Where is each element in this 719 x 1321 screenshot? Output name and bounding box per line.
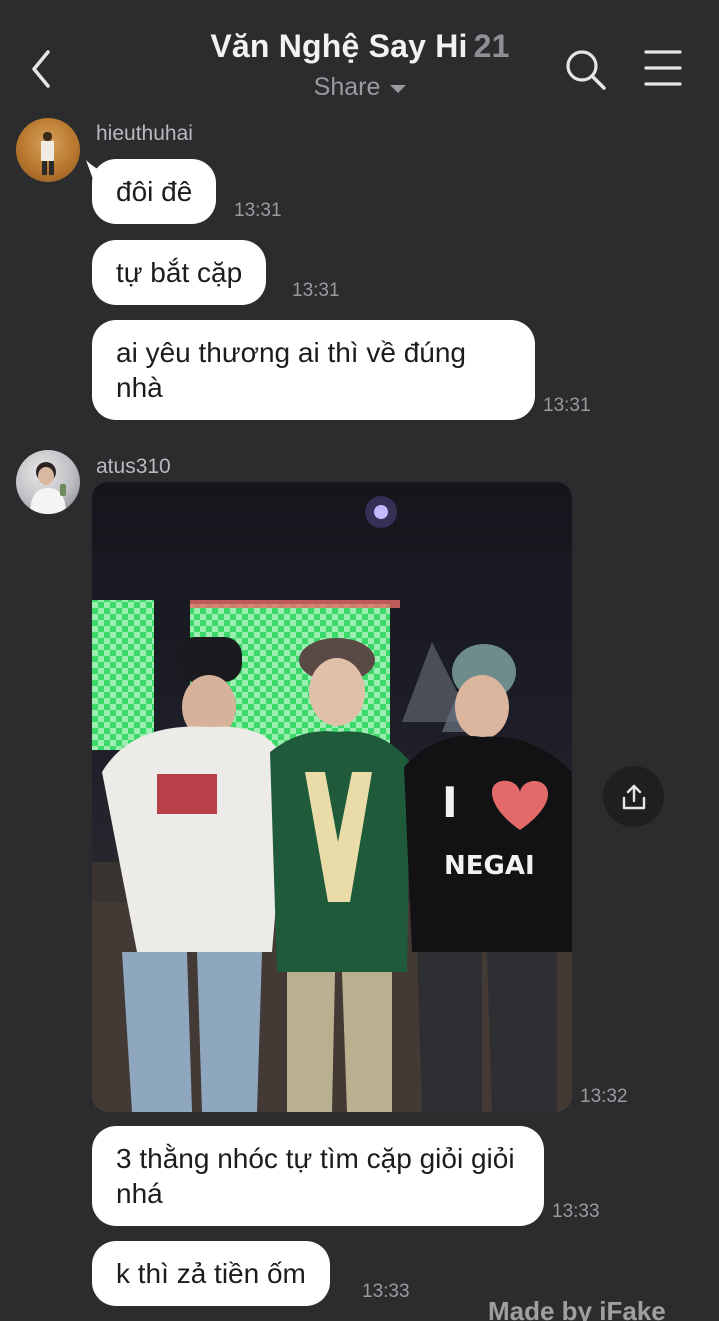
photo-message[interactable]: I NEGAI (92, 482, 572, 1112)
chat-header: Văn Nghệ Say Hi 21 Share (0, 0, 719, 118)
group-name: Văn Nghệ Say Hi (210, 28, 468, 64)
message-text: ai yêu thương ai thì về đúng nhà (116, 337, 466, 403)
avatar-person-icon (41, 132, 54, 175)
menu-button[interactable] (642, 48, 684, 90)
share-photo-button[interactable] (603, 766, 664, 827)
message-time: 13:31 (543, 395, 591, 416)
message-bubble[interactable]: k thì zả tiền ốm (92, 1241, 330, 1306)
search-icon (566, 50, 606, 90)
chevron-left-icon (32, 50, 50, 88)
message-text: k thì zả tiền ốm (116, 1258, 306, 1289)
shirt-text-negai: NEGAI (444, 851, 535, 881)
message-time: 13:33 (362, 1281, 410, 1302)
avatar-atus310[interactable] (16, 450, 80, 514)
title-block: Văn Nghệ Say Hi 21 Share (160, 28, 560, 102)
share-label: Share (313, 73, 381, 101)
sender-name: hieuthuhai (96, 122, 193, 145)
message-bubble[interactable]: đôi đê (92, 159, 217, 224)
message-text: tự bắt cặp (116, 257, 243, 288)
share-upload-icon (622, 784, 645, 809)
search-button[interactable] (562, 46, 610, 94)
message-text: 3 thằng nhóc tự tìm cặp giỏi giỏi nhá (116, 1143, 515, 1209)
message-bubble[interactable]: ai yêu thương ai thì về đúng nhà (92, 320, 535, 420)
sender-name: atus310 (96, 455, 171, 478)
message-time: 13:33 (552, 1201, 600, 1222)
chat-title[interactable]: Văn Nghệ Say Hi 21 (160, 28, 560, 65)
message-time: 13:32 (580, 1086, 628, 1107)
back-button[interactable] (22, 44, 62, 94)
shirt-text-i: I (442, 778, 458, 827)
message-bubble[interactable]: 3 thằng nhóc tự tìm cặp giỏi giỏi nhá (92, 1126, 544, 1226)
avatar-hieuthuhai[interactable] (16, 118, 80, 182)
avatar-person-icon (30, 462, 66, 514)
message-time: 13:31 (234, 200, 282, 221)
message-text: đôi đê (116, 176, 193, 207)
message-bubble[interactable]: tự bắt cặp (92, 240, 267, 305)
menu-icon (644, 50, 682, 86)
caret-down-icon (390, 85, 407, 93)
watermark: Made by iFake (488, 1296, 666, 1321)
message-time: 13:31 (292, 280, 340, 301)
stage-photo: I NEGAI (92, 496, 572, 1112)
share-dropdown[interactable]: Share (314, 73, 407, 102)
member-count: 21 (473, 28, 510, 64)
